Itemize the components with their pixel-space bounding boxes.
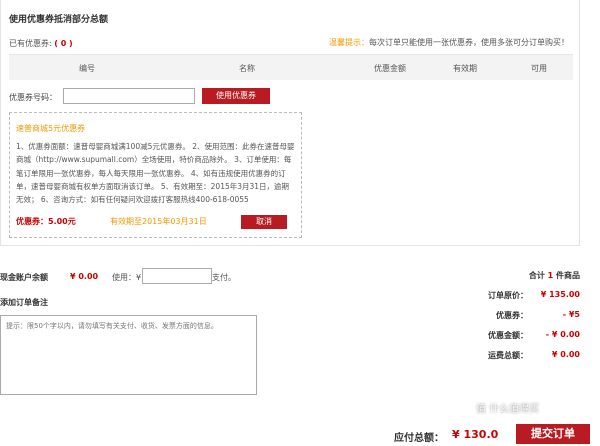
coupon-table-header: 编号 名称 优惠金额 有效期 可用 (9, 54, 573, 80)
summary-label: 优惠券： (496, 311, 528, 320)
cancel-coupon-button[interactable]: 取消 (241, 215, 287, 229)
order-remark-textarea[interactable] (0, 315, 257, 395)
summary-value: - ¥5 (562, 310, 580, 319)
summary-value: ¥ 0.00 (551, 350, 580, 359)
summary-label: 运费总额： (488, 351, 528, 360)
coupon-expiry: 有效期至2015年03月31日 (110, 217, 207, 226)
owned-coupon-number: ( 0 ) (54, 39, 73, 48)
checkout-bar: 应付总额： ¥ 130.0 提交订单 (0, 420, 600, 446)
owned-coupon-label: 已有优惠券: (9, 39, 52, 48)
owned-coupon-count: 已有优惠券: ( 0 ) (9, 38, 73, 49)
item-count: 合计 1 件商品 (529, 270, 580, 281)
cash-balance-amount: ¥ 0.00 (70, 272, 99, 281)
coupon-tip: 温馨提示：每次订单只能使用一张优惠券，使用多张可分订单购买！ (329, 37, 569, 48)
coupon-code-input[interactable] (63, 88, 195, 104)
column-header-available: 可用 (531, 64, 547, 73)
item-count-prefix: 合计 (528, 271, 545, 280)
cash-balance-input[interactable] (142, 268, 212, 284)
cash-balance-pay-label: 支付。 (212, 273, 236, 282)
coupon-footer: 优惠券：5.00元 有效期至2015年03月31日 取消 (16, 213, 298, 229)
item-count-suffix: 件商品 (556, 271, 580, 280)
order-remark-title: 添加订单备注 (0, 298, 48, 307)
summary-label: 优惠金额： (488, 331, 528, 340)
column-header-amount: 优惠金额 (374, 64, 406, 73)
cash-balance-use-label: 使用：¥ (112, 273, 142, 282)
item-count-number: 1 (547, 271, 554, 280)
coupon-value: 优惠券：5.00元 (16, 217, 76, 226)
summary-value: ¥ 135.00 (540, 290, 580, 299)
coupon-detail-box: 速普商城5元优惠券 1、优惠券面额：速普母婴商城满100减5元优惠券。 2、使用… (9, 112, 302, 238)
coupon-description: 1、优惠券面额：速普母婴商城满100减5元优惠券。 2、使用范围：此券在速普母婴… (16, 142, 295, 205)
cash-balance-title: 现金账户余额 (0, 273, 48, 282)
use-coupon-button[interactable]: 使用优惠券 (202, 88, 270, 104)
coupon-name: 速普商城5元优惠券 (16, 124, 86, 133)
submit-order-button[interactable]: 提交订单 (516, 424, 590, 444)
tip-text: 每次订单只能使用一张优惠券，使用多张可分订单购买！ (369, 38, 569, 47)
coupon-code-label: 优惠券号码： (9, 93, 57, 102)
cash-balance-row: 现金账户余额 ¥ 0.00 使用：¥ 支付。 (0, 268, 236, 284)
site-watermark: 值 什么值得买 (476, 404, 540, 415)
tip-label: 温馨提示： (329, 38, 369, 47)
column-header-name: 名称 (239, 64, 255, 73)
column-header-expiry: 有效期 (453, 64, 477, 73)
coupon-panel: 使用优惠券抵消部分总额 已有优惠券: ( 0 ) 温馨提示：每次订单只能使用一张… (0, 0, 580, 246)
summary-label: 订单原价： (488, 291, 528, 300)
total-label: 应付总额： (394, 433, 444, 444)
total-amount: ¥ 130.0 (452, 428, 499, 441)
summary-value: - ¥ 0.00 (545, 330, 580, 339)
column-header-id: 编号 (79, 64, 95, 73)
coupon-section-title: 使用优惠券抵消部分总额 (9, 15, 109, 25)
